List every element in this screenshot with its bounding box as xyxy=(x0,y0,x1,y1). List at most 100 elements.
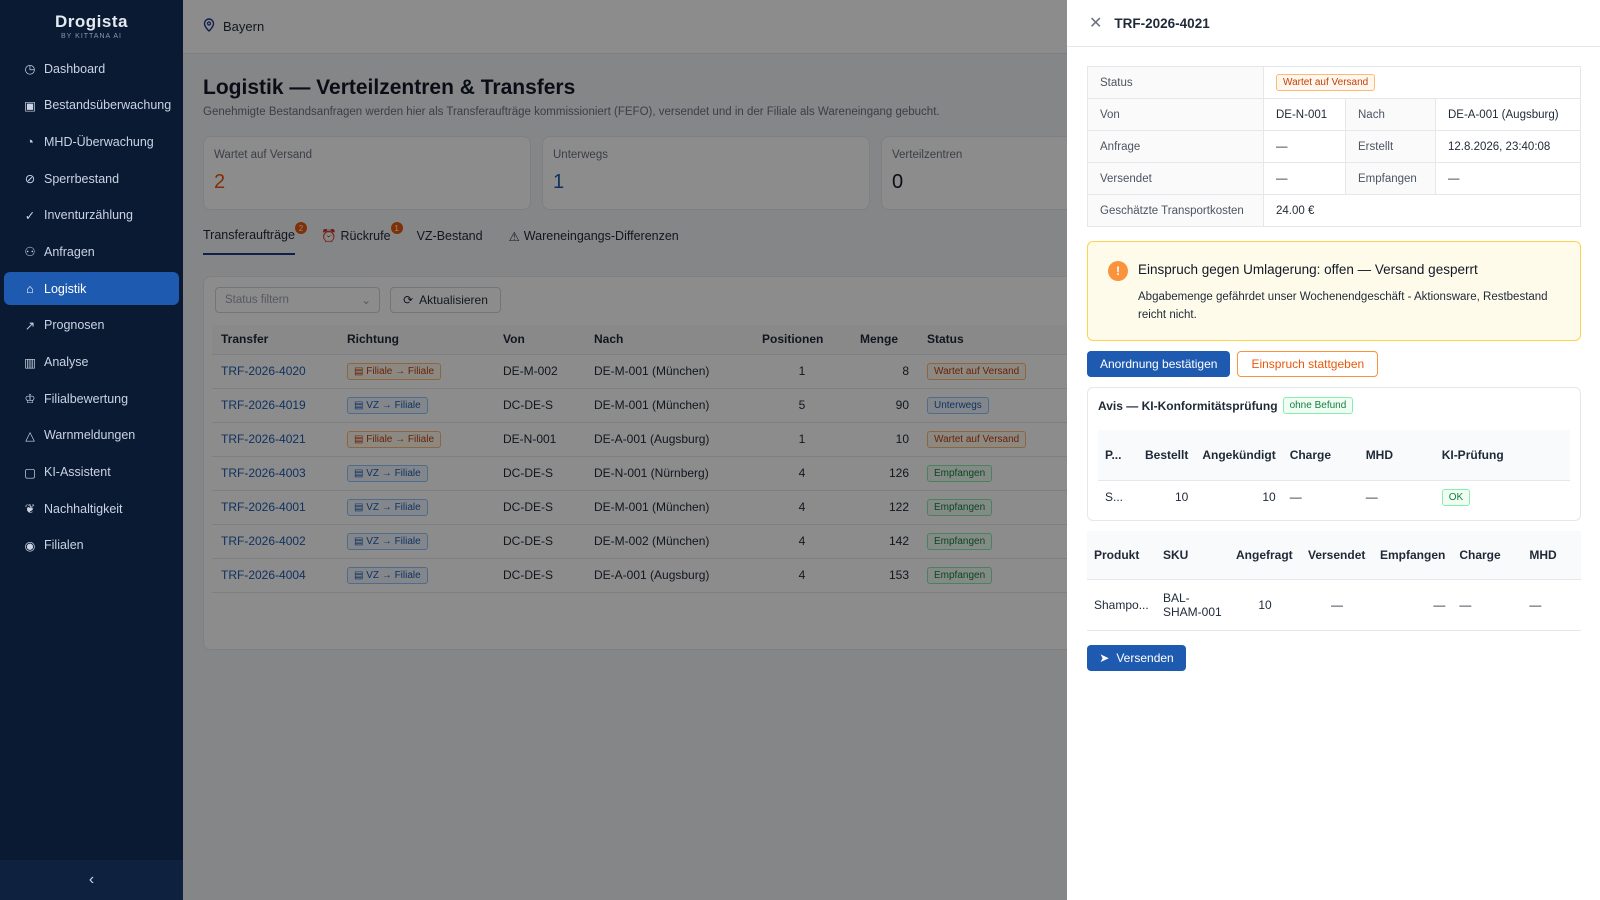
drawer-title: TRF-2026-4021 xyxy=(1114,15,1210,31)
send-button[interactable]: ➤ Versenden xyxy=(1087,644,1186,671)
col-angefragt: Angefragt xyxy=(1229,531,1301,580)
send-label: Versenden xyxy=(1116,650,1174,665)
detail-value: 24.00 € xyxy=(1263,194,1581,227)
position-cell: — xyxy=(1301,579,1373,631)
positions-table: Produkt SKU Angefragt Versendet Empfange… xyxy=(1087,531,1581,631)
detail-value: — xyxy=(1263,130,1346,163)
detail-value: — xyxy=(1435,162,1581,195)
exclamation-icon: ! xyxy=(1108,261,1128,281)
sidebar-item-label: Prognosen xyxy=(44,318,105,333)
col-angekuendigt: Angekündigt xyxy=(1195,430,1283,481)
sidebar-item-sperrbestand[interactable]: ⊘ Sperrbestand xyxy=(4,162,179,195)
sidebar-item-anfragen[interactable]: ⚇ Anfragen xyxy=(4,235,179,268)
col-versendet: Versendet xyxy=(1301,531,1373,580)
avis-title: Avis — KI-Konformitätsprüfung xyxy=(1098,398,1278,413)
detail-value: — xyxy=(1263,162,1346,195)
sidebar-item-ki-assistent[interactable]: ▢ KI-Assistent xyxy=(4,456,179,489)
sidebar: Drogista BY KITTANA AI ◷ Dashboard ▣ Bestan… xyxy=(0,0,183,900)
leaf-icon: ❦ xyxy=(24,502,36,517)
sidebar-item-filialen[interactable]: ◉ Filialen xyxy=(4,529,179,562)
avis-cell: — xyxy=(1289,490,1302,505)
sidebar-item-label: MHD-Überwachung xyxy=(44,134,154,149)
sidebar-item-label: Filialen xyxy=(44,538,84,553)
col-mhd: MHD xyxy=(1358,430,1435,481)
avis-cell: S... xyxy=(1105,490,1124,505)
detail-label: Status xyxy=(1087,66,1264,99)
sidebar-item-label: Filialbewertung xyxy=(44,391,129,406)
map-pin-icon: ◉ xyxy=(24,538,36,553)
sidebar-item-prognosen[interactable]: ↗ Prognosen xyxy=(4,309,179,342)
detail-label: Erstellt xyxy=(1345,130,1436,163)
objection-alert: ! Einspruch gegen Umlagerung: offen — Ve… xyxy=(1087,241,1581,341)
drawer-header: ✕ TRF-2026-4021 xyxy=(1067,0,1600,47)
sidebar-item-mhd-überwachung[interactable]: ◔ MHD-Überwachung xyxy=(4,125,179,158)
col-charge: Charge xyxy=(1282,430,1359,481)
col-ki-pruefung: KI-Prüfung xyxy=(1434,430,1570,481)
send-icon: ➤ xyxy=(1099,650,1110,665)
block-icon: ⊘ xyxy=(24,172,36,187)
sidebar-item-label: Inventurzählung xyxy=(44,208,133,223)
ki-ok-badge: OK xyxy=(1441,488,1471,506)
transfer-detail-drawer: ✕ TRF-2026-4021 Status Wartet auf Versan… xyxy=(1067,0,1600,900)
robot-icon: ▢ xyxy=(24,465,36,480)
transfer-details-table: Status Wartet auf Versand Von DE-N-001 N… xyxy=(1087,66,1581,227)
status-badge: Wartet auf Versand xyxy=(1276,74,1376,91)
col-mhd: MHD xyxy=(1522,531,1581,580)
detail-label: Nach xyxy=(1345,98,1436,131)
collapse-sidebar-button[interactable]: ‹ xyxy=(0,860,183,900)
bell-icon: △ xyxy=(25,428,35,443)
sidebar-item-nachhaltigkeit[interactable]: ❦ Nachhaltigkeit xyxy=(4,492,179,525)
sidebar-item-label: Bestandsüberwachung xyxy=(44,98,172,113)
col-sku: SKU xyxy=(1156,531,1229,580)
sidebar-item-warnmeldungen[interactable]: △ Warnmeldungen xyxy=(4,419,179,452)
position-cell: BAL-SHAM-001 xyxy=(1156,579,1229,631)
sidebar-item-label: KI-Assistent xyxy=(44,465,111,480)
action-buttons: Anordnung bestätigen Einspruch stattgebe… xyxy=(1087,351,1581,377)
users-icon: ⚇ xyxy=(24,245,36,260)
sidebar-item-label: Analyse xyxy=(44,355,89,369)
position-cell: — xyxy=(1373,579,1453,631)
sidebar-item-label: Logistik xyxy=(44,281,87,296)
col-p: P... xyxy=(1098,430,1138,481)
sidebar-item-dashboard[interactable]: ◷ Dashboard xyxy=(4,52,179,85)
col-produkt: Produkt xyxy=(1087,531,1156,580)
sidebar-item-analyse[interactable]: ▥ Analyse xyxy=(4,346,179,379)
avis-cell: — xyxy=(1365,490,1378,505)
position-cell: Shampo... xyxy=(1087,579,1156,631)
detail-label: Geschätzte Transportkosten xyxy=(1087,194,1264,227)
drawer-body: Status Wartet auf Versand Von DE-N-001 N… xyxy=(1087,66,1581,671)
sidebar-nav: ◷ Dashboard ▣ Bestandsüberwachung ◔ MHD-Überw… xyxy=(0,52,183,562)
position-cell: — xyxy=(1522,579,1581,631)
sidebar-item-label: Dashboard xyxy=(44,61,106,76)
sidebar-item-filialbewertung[interactable]: ♔ Filialbewertung xyxy=(4,382,179,415)
confirm-order-button[interactable]: Anordnung bestätigen xyxy=(1087,351,1231,377)
sidebar-item-bestandsüberwachung[interactable]: ▣ Bestandsüberwachung xyxy=(4,89,179,122)
table-row: S... 10 10 — — OK xyxy=(1098,480,1570,514)
detail-label: Empfangen xyxy=(1345,162,1436,195)
sidebar-item-label: Nachhaltigkeit xyxy=(44,501,123,516)
sidebar-item-label: Warnmeldungen xyxy=(44,428,136,443)
avis-cell: 10 xyxy=(1262,490,1276,505)
detail-value: 12.8.2026, 23:40:08 xyxy=(1435,130,1581,163)
avis-table: P... Bestellt Angekündigt Charge MHD KI-… xyxy=(1098,430,1570,514)
alert-title: Einspruch gegen Umlagerung: offen — Vers… xyxy=(1138,262,1478,277)
detail-label: Von xyxy=(1087,98,1264,131)
detail-label: Anfrage xyxy=(1087,130,1264,163)
box-icon: ▣ xyxy=(24,98,36,113)
col-bestellt: Bestellt xyxy=(1138,430,1196,481)
sidebar-item-logistik[interactable]: ⌂ Logistik xyxy=(4,272,179,306)
grant-objection-button[interactable]: Einspruch stattgeben xyxy=(1237,351,1379,377)
check-circle-icon: ✓ xyxy=(24,208,36,223)
chevron-left-icon: ‹ xyxy=(88,871,95,888)
col-empfangen: Empfangen xyxy=(1373,531,1453,580)
avis-panel: Avis — KI-Konformitätsprüfung ohne Befun… xyxy=(1087,387,1581,521)
trend-icon: ↗ xyxy=(24,318,36,333)
sidebar-item-label: Sperrbestand xyxy=(44,171,120,186)
detail-value: DE-N-001 xyxy=(1263,98,1346,131)
avis-cell: 10 xyxy=(1175,490,1189,505)
close-icon[interactable]: ✕ xyxy=(1089,13,1102,33)
sidebar-item-inventurzählung[interactable]: ✓ Inventurzählung xyxy=(4,199,179,232)
brand-sub: BY KITTANA AI xyxy=(61,33,122,40)
avis-header: Avis — KI-Konformitätsprüfung ohne Befun… xyxy=(1098,397,1354,414)
dashboard-icon: ◷ xyxy=(24,62,36,76)
